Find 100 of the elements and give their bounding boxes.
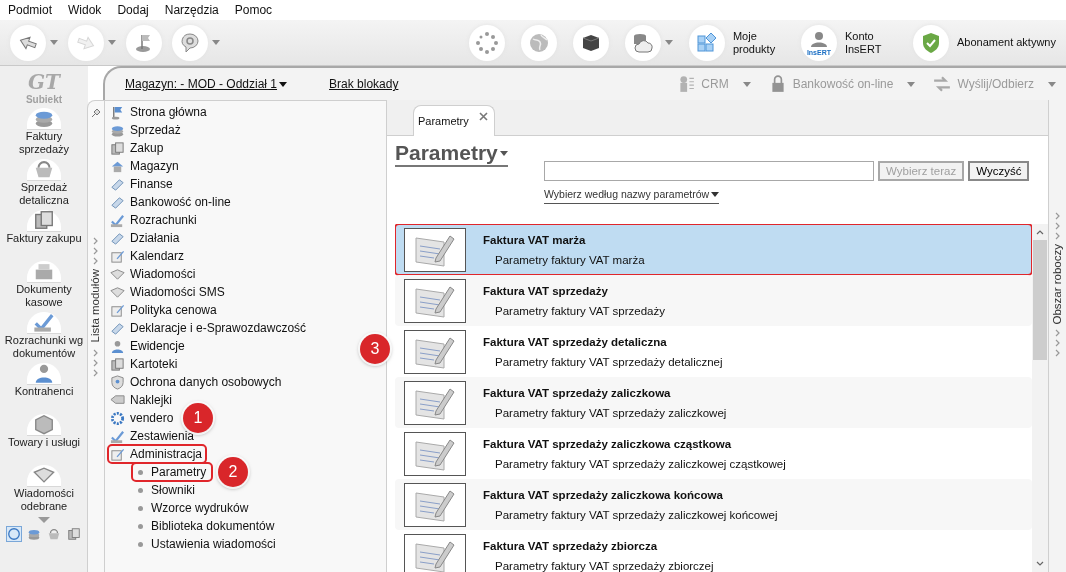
bullet-icon bbox=[138, 541, 143, 547]
circle-icon bbox=[7, 527, 21, 541]
module-subitem[interactable]: Wzorce wydruków bbox=[132, 499, 255, 517]
module-subitem[interactable]: Słowniki bbox=[132, 481, 201, 499]
menu-item[interactable]: Dodaj bbox=[117, 1, 149, 19]
callout-marker: 2 bbox=[218, 457, 248, 487]
document-pen-icon bbox=[404, 380, 466, 425]
quick-button[interactable] bbox=[6, 526, 22, 542]
module-item[interactable]: Ewidencje bbox=[108, 337, 189, 355]
bullet-icon bbox=[138, 505, 143, 511]
arrows-icon bbox=[933, 75, 952, 93]
card-icon bbox=[110, 320, 125, 336]
row-description: Parametry faktury VAT sprzedaży zbiorczej bbox=[495, 559, 714, 572]
search-field[interactable] bbox=[544, 161, 874, 182]
parameter-row[interactable]: Faktura VAT sprzedaży detaliczna Parametry faktury VAT sprzedaży detalicznej bbox=[395, 325, 1032, 377]
menu-item[interactable]: Narzędzia bbox=[164, 1, 219, 19]
caret-icon bbox=[212, 40, 220, 45]
action-button[interactable]: Wyczyść bbox=[968, 161, 1030, 182]
page-title[interactable]: Parametry bbox=[395, 142, 508, 168]
module-item[interactable]: Naklejki bbox=[108, 391, 176, 409]
toolbar-button[interactable]: Abonament aktywny bbox=[912, 24, 1056, 61]
shortcut-button[interactable]: Faktury zakupu bbox=[0, 210, 88, 261]
logo-mark: GT bbox=[28, 69, 60, 94]
parameter-row[interactable]: Faktura VAT sprzedaży zaliczkowa końcowa Parametry faktury VAT sprzedaży zaliczkowej końcowej bbox=[395, 478, 1032, 530]
row-description: Parametry faktury VAT sprzedaży zaliczkowej końcowej bbox=[495, 508, 778, 524]
module-item[interactable]: Kalendarz bbox=[108, 247, 189, 265]
box-icon bbox=[33, 413, 55, 435]
module-item[interactable]: Finanse bbox=[108, 175, 177, 193]
tab[interactable]: Parametry bbox=[413, 105, 495, 136]
shortcut-button[interactable]: Faktury sprzedaży bbox=[0, 108, 88, 159]
caret-icon bbox=[50, 40, 58, 45]
module-item[interactable]: Kartoteki bbox=[108, 355, 182, 373]
shortcut-button[interactable]: Kontrahenci bbox=[0, 363, 88, 414]
documents-icon bbox=[67, 527, 81, 541]
row-title: Faktura VAT sprzedaży zaliczkowa końcowa bbox=[483, 487, 724, 503]
module-subitem[interactable]: Biblioteka dokumentów bbox=[132, 517, 281, 535]
pin-icon bbox=[90, 107, 102, 119]
card-icon bbox=[110, 230, 125, 246]
module-item[interactable]: Działania bbox=[108, 229, 184, 247]
quick-button[interactable] bbox=[46, 526, 62, 542]
scrollbar[interactable] bbox=[1032, 223, 1048, 572]
help-icon bbox=[178, 30, 202, 55]
parameter-row[interactable]: Faktura VAT sprzedaży zbiorcza Parametry faktury VAT sprzedaży zbiorczej bbox=[395, 529, 1032, 572]
chevron-down-icon bbox=[1036, 560, 1044, 568]
module-item[interactable]: Magazyn bbox=[108, 157, 183, 175]
shortcut-button[interactable]: Rozrachunki wg dokumentów bbox=[0, 312, 88, 363]
documents-icon bbox=[110, 356, 125, 372]
caret-icon bbox=[742, 81, 751, 87]
module-item[interactable]: Zakup bbox=[108, 139, 168, 157]
filter-link[interactable]: Wybierz według nazwy parametrów bbox=[544, 187, 720, 204]
app-name: Subiekt bbox=[25, 94, 63, 105]
toolbar-button[interactable] bbox=[572, 24, 609, 61]
row-description: Parametry faktury VAT sprzedaży detalicznej bbox=[495, 355, 723, 371]
person-icon bbox=[110, 338, 125, 354]
module-subitem[interactable]: Ustawienia wiadomości bbox=[132, 535, 282, 553]
module-item[interactable]: Wiadomości bbox=[108, 265, 200, 283]
menu-item[interactable]: Podmiot bbox=[8, 1, 53, 19]
module-item[interactable]: Administracja bbox=[108, 445, 207, 463]
module-item[interactable]: Polityka cenowa bbox=[108, 301, 221, 319]
quick-button[interactable] bbox=[66, 526, 82, 542]
bullet-icon bbox=[138, 523, 143, 529]
shield-icon bbox=[110, 374, 125, 390]
row-title: Faktura VAT sprzedaży detaliczna bbox=[483, 334, 668, 350]
row-title: Faktura VAT sprzedaży zaliczkowa cząstkowa bbox=[483, 436, 733, 452]
module-item[interactable]: Bankowość on-line bbox=[108, 193, 235, 211]
module-item[interactable]: Deklaracje i e-Sprawozdawczość bbox=[108, 319, 311, 337]
documents-icon bbox=[33, 209, 55, 231]
close-icon bbox=[478, 111, 488, 121]
module-item[interactable]: Sprzedaż bbox=[108, 121, 185, 139]
warehouse-link[interactable]: Magazyn: - MOD - Oddział 1 bbox=[125, 75, 288, 93]
pencil-icon bbox=[110, 302, 125, 318]
row-title: Faktura VAT sprzedaży zbiorcza bbox=[483, 538, 659, 554]
parameter-row[interactable]: Faktura VAT marża Parametry faktury VAT marża bbox=[395, 223, 1032, 275]
module-subitem[interactable]: Parametry bbox=[132, 463, 213, 481]
card-icon bbox=[110, 194, 125, 210]
parameter-row[interactable]: Faktura VAT sprzedaży zaliczkowa cząstkowa Parametry faktury VAT sprzedaży zaliczkowej cząstkowej bbox=[395, 427, 1032, 479]
caret-icon bbox=[279, 81, 288, 87]
module-item[interactable]: vendero bbox=[108, 409, 178, 427]
menu-item[interactable]: Widok bbox=[68, 1, 102, 19]
basket-icon bbox=[33, 158, 55, 180]
menu-item[interactable]: Pomoc bbox=[234, 1, 273, 19]
pencil-icon bbox=[110, 248, 125, 264]
caret-icon bbox=[907, 81, 916, 87]
toolbar-button[interactable]: Moje produkty bbox=[688, 24, 785, 61]
person-icon bbox=[677, 75, 696, 93]
shortcut-button[interactable]: Dokumenty kasowe bbox=[0, 261, 88, 312]
module-item[interactable]: Ochrona danych osobowych bbox=[108, 373, 286, 391]
module-item[interactable]: Rozrachunki bbox=[108, 211, 201, 229]
tiles-icon bbox=[694, 30, 719, 55]
lock-link[interactable]: Brak blokady bbox=[329, 75, 399, 93]
module-item[interactable]: Strona główna bbox=[108, 103, 211, 121]
bullet-icon bbox=[138, 487, 143, 493]
module-item[interactable]: Wiadomości SMS bbox=[108, 283, 229, 301]
scrollbar-thumb[interactable] bbox=[1033, 239, 1047, 360]
shortcut-button[interactable]: Sprzedaż detaliczna bbox=[0, 159, 88, 210]
envelope-icon bbox=[110, 266, 125, 282]
shortcut-button[interactable]: Wiadomości odebrane bbox=[0, 465, 88, 516]
parameter-row[interactable]: Faktura VAT sprzedaży zaliczkowa Parametry faktury VAT sprzedaży zaliczkowej bbox=[395, 376, 1032, 428]
parameter-row[interactable]: Faktura VAT sprzedaży Parametry faktury VAT sprzedaży bbox=[395, 274, 1032, 326]
shortcut-button[interactable]: Towary i usługi bbox=[0, 414, 88, 465]
